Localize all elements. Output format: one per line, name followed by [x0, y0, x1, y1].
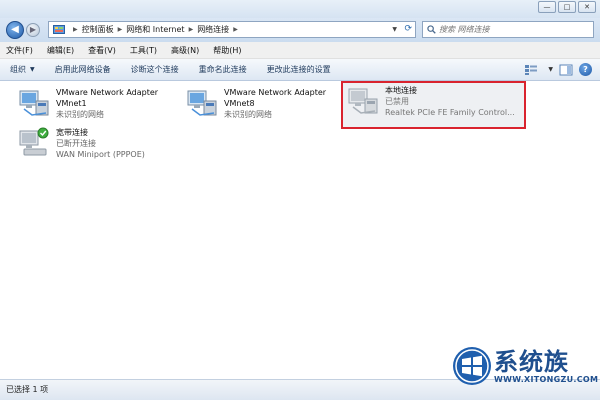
menu-file[interactable]: 文件(F)	[6, 45, 33, 56]
watermark-text: 系统族 WWW.XITONGZU.COM	[494, 349, 598, 384]
breadcrumb-control-panel[interactable]: 控制面板	[82, 24, 114, 35]
search-input[interactable]	[423, 22, 573, 37]
view-dropdown-icon[interactable]: ▼	[548, 66, 553, 73]
connection-status: 未识别的网络	[56, 110, 104, 119]
broadband-connection-icon	[19, 127, 49, 156]
connection-name: VMware Network Adapter VMnet8	[224, 88, 327, 108]
windows-logo-icon	[453, 347, 491, 385]
breadcrumb-separator[interactable]: ▶	[233, 26, 238, 33]
breadcrumb-separator[interactable]: ▶	[189, 26, 194, 33]
address-box[interactable]: ▶ 控制面板 ▶ 网络和 Internet ▶ 网络连接 ▶ ▼ ⟳	[48, 21, 416, 38]
watermark-name: 系统族	[494, 347, 569, 376]
menu-tools[interactable]: 工具(T)	[130, 45, 157, 56]
arrow-right-icon: ▶	[29, 25, 37, 34]
connection-text: 本地连接 已禁用 Realtek PCIe FE Family Control.…	[385, 85, 515, 118]
connection-name: 本地连接	[385, 86, 417, 95]
address-bar: ◀ ▶ ▶ 控制面板 ▶ 网络和 Internet ▶ 网络连接 ▶ ▼ ⟳	[0, 18, 600, 42]
window-controls: — □ ✕	[538, 1, 596, 13]
connection-text: 宽带连接 已断开连接 WAN Miniport (PPPOE)	[56, 127, 145, 160]
watermark-url: WWW.XITONGZU.COM	[494, 374, 599, 384]
connection-item-broadband[interactable]: 宽带连接 已断开连接 WAN Miniport (PPPOE)	[18, 127, 145, 160]
organize-label: 组织	[10, 65, 26, 74]
menu-advanced[interactable]: 高级(N)	[171, 45, 199, 56]
search-icon[interactable]	[427, 25, 436, 34]
title-bar: — □ ✕	[0, 0, 600, 18]
help-icon[interactable]: ?	[579, 63, 592, 76]
maximize-button[interactable]: □	[558, 1, 576, 13]
menu-bar: 文件(F) 编辑(E) 查看(V) 工具(T) 高级(N) 帮助(H)	[0, 42, 600, 59]
connection-name: VMware Network Adapter VMnet1	[56, 88, 159, 108]
connection-item-vmnet1[interactable]: VMware Network Adapter VMnet1 未识别的网络	[18, 87, 168, 120]
control-panel-icon	[53, 24, 65, 34]
breadcrumb-network-connections[interactable]: 网络连接	[197, 24, 229, 35]
rename-button[interactable]: 重命名此连接	[199, 64, 247, 75]
back-button[interactable]: ◀	[6, 21, 24, 39]
diagnose-button[interactable]: 诊断这个连接	[131, 64, 179, 75]
breadcrumb-network-internet[interactable]: 网络和 Internet	[126, 24, 184, 35]
network-adapter-disabled-icon	[348, 88, 378, 114]
connection-item-local[interactable]: 本地连接 已禁用 Realtek PCIe FE Family Control.…	[341, 81, 526, 129]
connection-text: VMware Network Adapter VMnet8 未识别的网络	[224, 87, 336, 120]
connection-status: 已禁用	[385, 97, 409, 106]
connection-text: VMware Network Adapter VMnet1 未识别的网络	[56, 87, 168, 120]
minimize-button[interactable]: —	[538, 1, 556, 13]
view-options-icon[interactable]	[524, 64, 538, 76]
connection-item-vmnet8[interactable]: VMware Network Adapter VMnet8 未识别的网络	[186, 87, 336, 120]
connection-status: 已断开连接	[56, 139, 96, 148]
connections-list: VMware Network Adapter VMnet1 未识别的网络 VMw…	[0, 81, 600, 379]
network-adapter-icon	[19, 90, 49, 116]
watermark: 系统族 WWW.XITONGZU.COM	[452, 346, 598, 386]
network-adapter-icon	[187, 90, 217, 116]
menu-help[interactable]: 帮助(H)	[213, 45, 241, 56]
view-controls: ▼ ?	[524, 63, 592, 76]
address-dropdown-icon[interactable]: ▼	[392, 22, 397, 37]
connection-name: 宽带连接	[56, 128, 88, 137]
menu-view[interactable]: 查看(V)	[88, 45, 116, 56]
connection-status: 未识别的网络	[224, 110, 272, 119]
connection-device: Realtek PCIe FE Family Control...	[385, 108, 515, 117]
breadcrumb-separator: ▶	[73, 26, 78, 33]
preview-pane-icon[interactable]	[559, 64, 573, 76]
forward-button[interactable]: ▶	[26, 23, 40, 37]
organize-button[interactable]: 组织 ▼	[10, 64, 35, 75]
arrow-left-icon: ◀	[11, 24, 19, 35]
search-box[interactable]	[422, 21, 594, 38]
change-settings-button[interactable]: 更改此连接的设置	[267, 64, 331, 75]
breadcrumb-separator[interactable]: ▶	[118, 26, 123, 33]
connection-device: WAN Miniport (PPPOE)	[56, 150, 145, 159]
menu-edit[interactable]: 编辑(E)	[47, 45, 74, 56]
enable-device-button[interactable]: 启用此网络设备	[55, 64, 111, 75]
refresh-icon[interactable]: ⟳	[404, 22, 412, 37]
chevron-down-icon: ▼	[30, 66, 35, 73]
command-bar: 组织 ▼ 启用此网络设备 诊断这个连接 重命名此连接 更改此连接的设置 ▼ ?	[0, 59, 600, 81]
close-button[interactable]: ✕	[578, 1, 596, 13]
